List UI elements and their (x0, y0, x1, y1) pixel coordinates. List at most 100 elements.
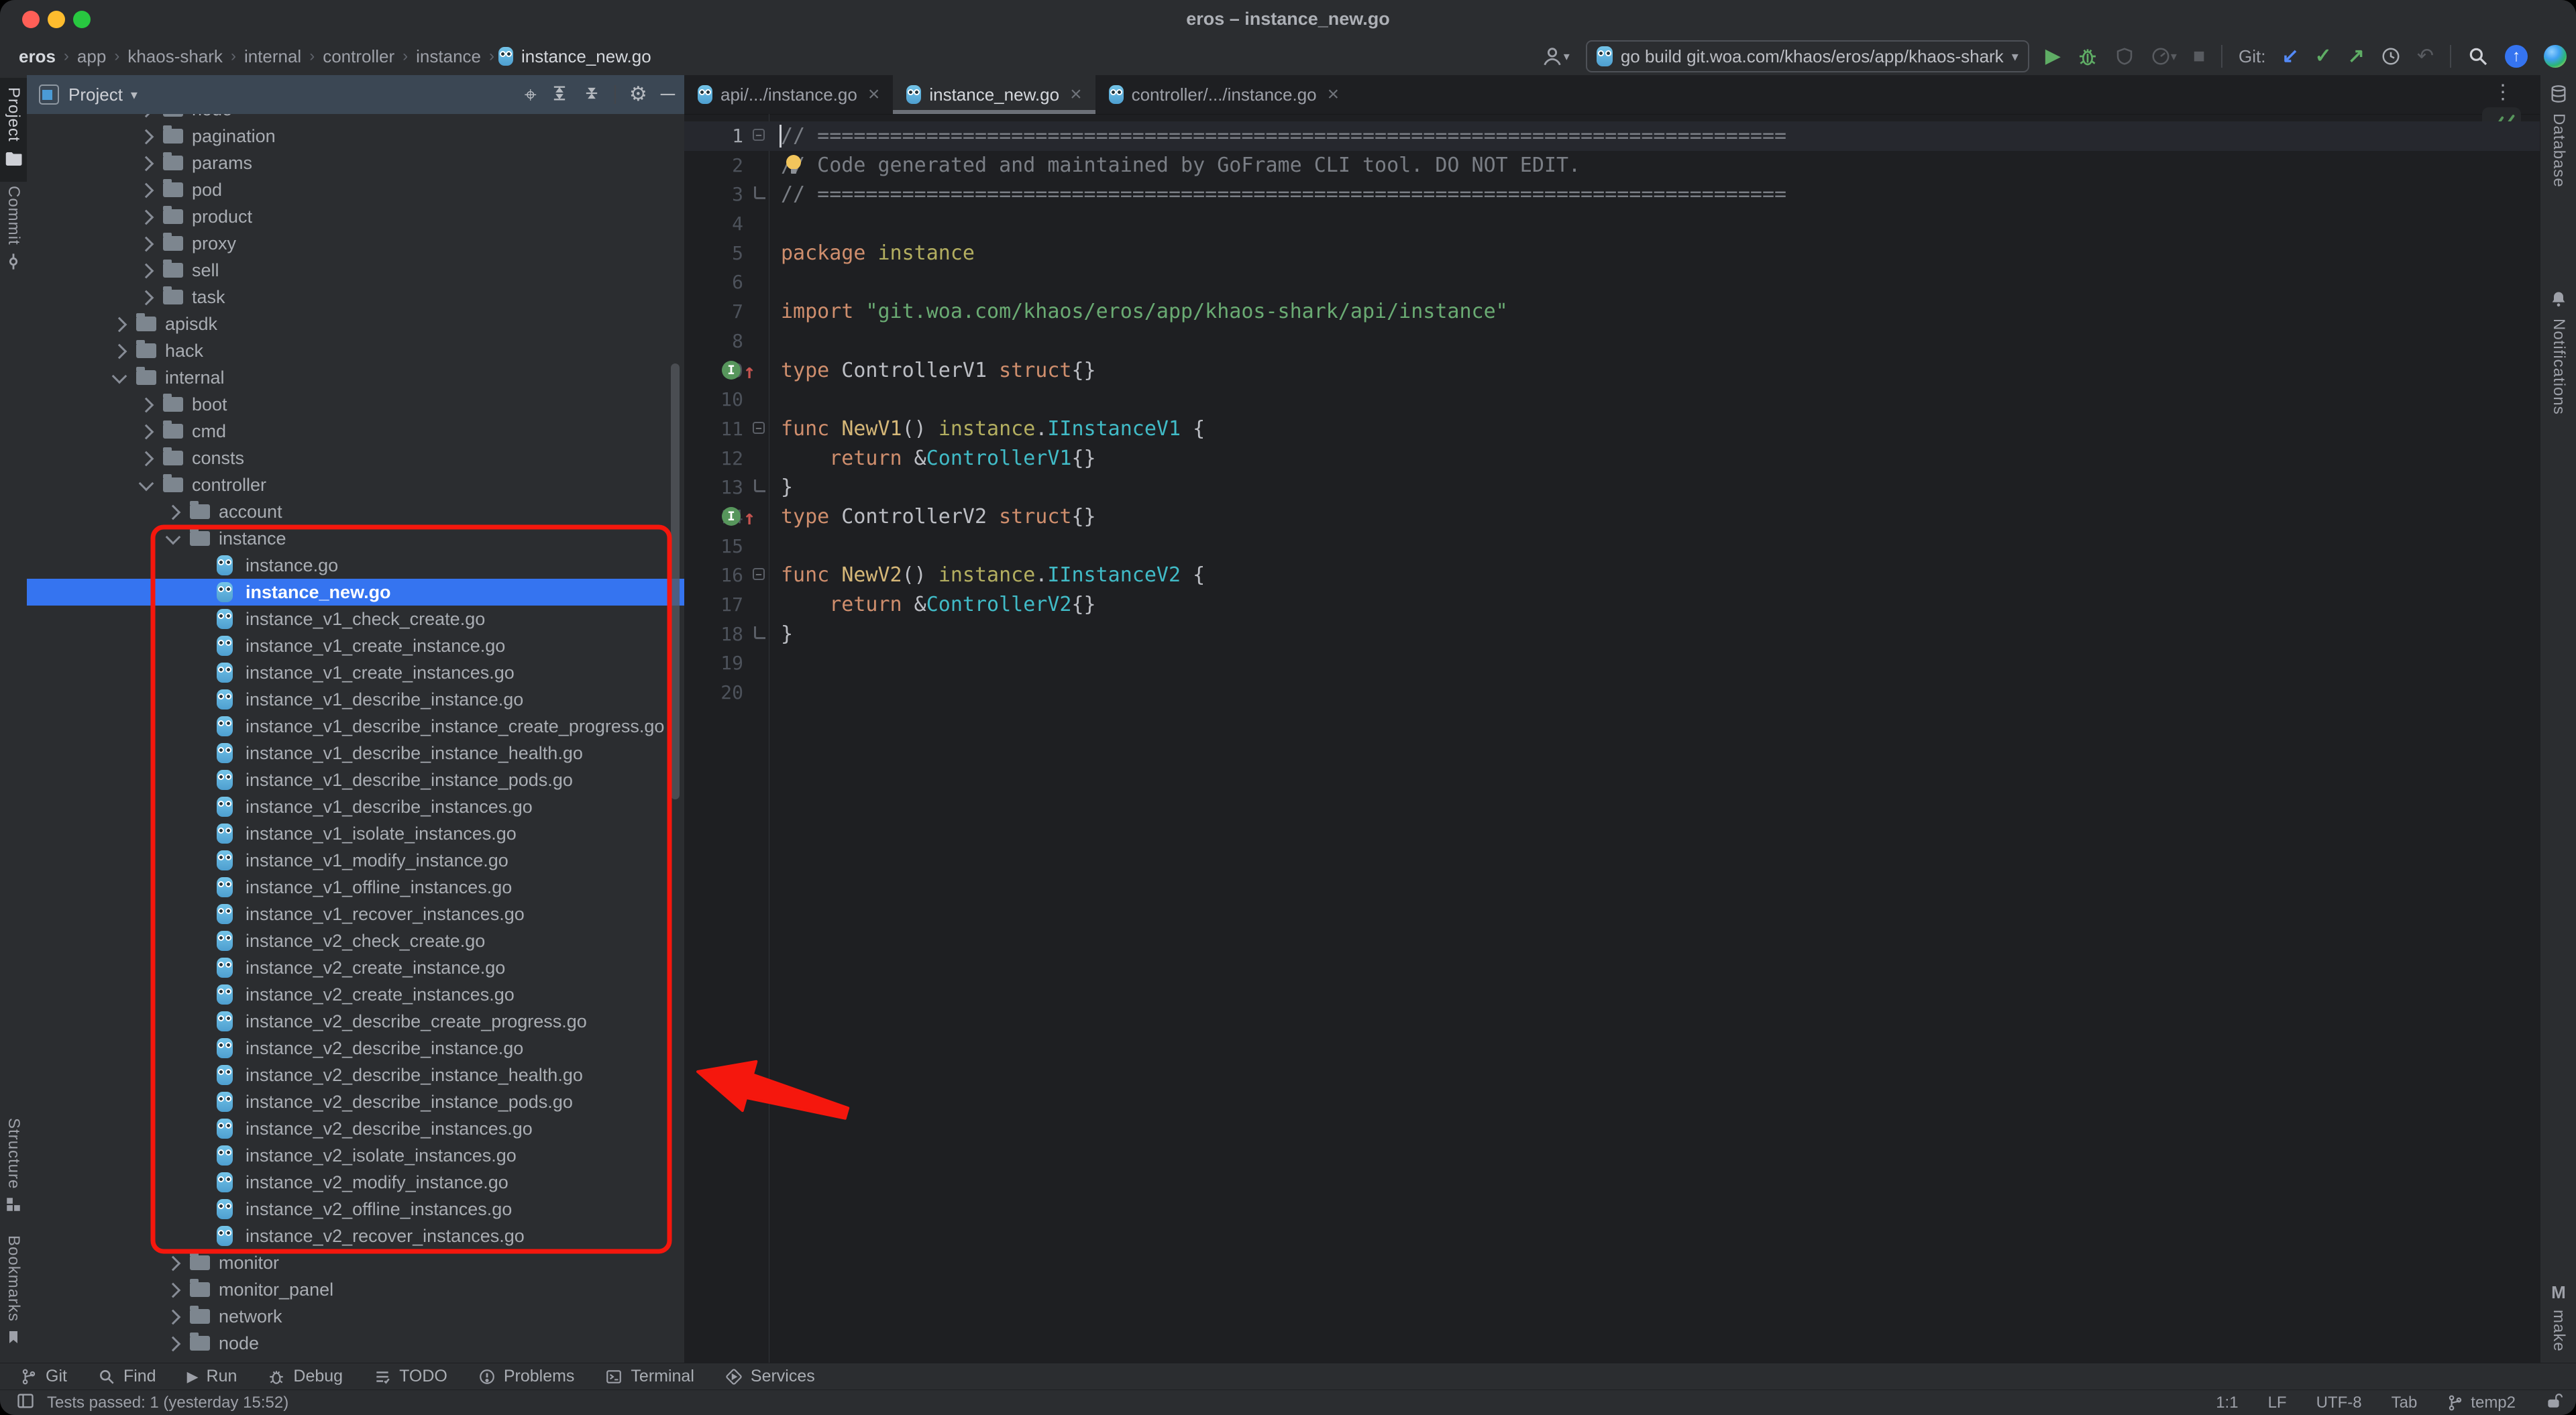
tree-folder-row[interactable]: pod (27, 176, 684, 203)
project-tree[interactable]: nodepaginationparamspodproductproxysellt… (27, 114, 684, 1363)
tree-file-row[interactable]: instance_v2_describe_instance_pods.go (27, 1088, 684, 1115)
line-number[interactable]: 4 (684, 209, 743, 239)
breadcrumb-item[interactable]: instance_new.go (517, 46, 655, 67)
tree-folder-row[interactable]: controller (27, 471, 684, 498)
line-number[interactable]: 16 (684, 561, 743, 590)
fold-end-icon[interactable] (754, 186, 765, 199)
tree-folder-row[interactable]: product (27, 203, 684, 230)
tree-folder-row[interactable]: hack (27, 337, 684, 364)
user-account-icon[interactable]: ▾ (1541, 45, 1570, 68)
tree-file-row[interactable]: instance_v2_describe_instances.go (27, 1115, 684, 1142)
tree-folder-row[interactable]: node (27, 1330, 684, 1357)
tree-file-row[interactable]: instance_v1_describe_instance_pods.go (27, 767, 684, 793)
breadcrumb-item[interactable]: controller (319, 46, 398, 67)
editor-tab[interactable]: controller/.../instance.go× (1095, 75, 1353, 114)
navigate-up-arrow-icon[interactable]: ↑ (743, 504, 755, 533)
tree-chevron-icon[interactable] (166, 505, 181, 520)
tree-folder-row[interactable]: node (27, 114, 684, 123)
run-configuration-select[interactable]: go build git.woa.com/khaos/eros/app/khao… (1586, 40, 2029, 72)
implemented-interface-icon[interactable]: I (722, 361, 741, 380)
git-rollback-icon[interactable]: ↶ (2417, 46, 2434, 66)
tree-chevron-icon[interactable] (139, 183, 154, 199)
close-icon[interactable]: × (868, 83, 880, 106)
tool-window-button-services[interactable]: Services (725, 1367, 815, 1386)
line-number[interactable]: 12 (684, 444, 743, 473)
breadcrumb-item[interactable]: instance (412, 46, 485, 67)
tree-file-row[interactable]: instance_v2_recover_instances.go (27, 1223, 684, 1249)
tree-file-row[interactable]: instance_v1_offline_instances.go (27, 874, 684, 901)
implemented-interface-icon[interactable]: I (722, 507, 741, 526)
editor-tab-active[interactable]: instance_new.go× (893, 75, 1095, 114)
tree-file-row[interactable]: instance_v1_describe_instance_health.go (27, 740, 684, 767)
tool-window-button-debug[interactable]: Debug (268, 1367, 343, 1386)
tree-folder-row[interactable]: cmd (27, 418, 684, 445)
git-push-icon[interactable]: ↗ (2348, 46, 2365, 66)
run-button[interactable]: ▶ (2045, 46, 2061, 66)
search-everywhere-icon[interactable] (2467, 46, 2489, 67)
chevron-down-icon[interactable]: ▾ (131, 87, 138, 103)
code-with-me-sphere-icon[interactable] (2544, 45, 2567, 68)
code-viewport[interactable]: 1−// ===================================… (684, 114, 2540, 1363)
tree-chevron-icon[interactable] (139, 114, 154, 117)
tree-folder-row[interactable]: instance (27, 525, 684, 552)
tree-chevron-icon[interactable] (112, 369, 127, 384)
tree-chevron-icon[interactable] (166, 1283, 181, 1298)
tree-chevron-icon[interactable] (139, 424, 154, 440)
tree-chevron-icon[interactable] (166, 1337, 181, 1352)
tree-folder-row[interactable]: consts (27, 445, 684, 471)
line-number[interactable]: 17 (684, 590, 743, 620)
tool-window-button-terminal[interactable]: Terminal (605, 1367, 694, 1386)
caret-position[interactable]: 1:1 (2216, 1394, 2238, 1412)
git-branch-widget[interactable]: temp2 (2447, 1394, 2516, 1412)
tree-file-row[interactable]: instance_v2_create_instances.go (27, 981, 684, 1008)
tree-folder-row[interactable]: account (27, 498, 684, 525)
indent-style[interactable]: Tab (2392, 1394, 2418, 1412)
line-number[interactable]: 5 (684, 239, 743, 268)
breadcrumb-item[interactable]: khaos-shark (123, 46, 227, 67)
tree-file-row[interactable]: instance_new.go (27, 579, 684, 606)
tree-file-row[interactable]: instance_v2_describe_create_progress.go (27, 1008, 684, 1035)
line-number[interactable]: 11 (684, 414, 743, 444)
tree-chevron-icon[interactable] (139, 210, 154, 225)
ide-update-badge-icon[interactable]: ↑ (2505, 45, 2528, 68)
tree-file-row[interactable]: instance_v1_describe_instance_create_pro… (27, 713, 684, 740)
tree-folder-row[interactable]: monitor (27, 1249, 684, 1276)
tool-stripe-item-structure[interactable]: Structure (0, 1118, 27, 1216)
tool-stripe-item-database[interactable]: Database (2540, 84, 2576, 188)
tree-chevron-icon[interactable] (139, 237, 154, 252)
tree-folder-row[interactable]: internal (27, 364, 684, 391)
tree-chevron-icon[interactable] (139, 398, 154, 413)
line-number[interactable]: 10 (684, 385, 743, 414)
tool-stripe-item-bookmarks[interactable]: Bookmarks (0, 1235, 27, 1349)
intention-bulb-icon[interactable] (786, 155, 801, 170)
tool-stripe-item-make[interactable]: Mmake (2540, 1282, 2576, 1352)
file-encoding[interactable]: UTF-8 (2316, 1394, 2362, 1412)
tree-chevron-icon[interactable] (139, 264, 154, 279)
tree-chevron-icon[interactable] (112, 317, 127, 333)
tree-folder-row[interactable]: network (27, 1303, 684, 1330)
layout-panel-icon[interactable] (16, 1392, 35, 1415)
tree-file-row[interactable]: instance_v1_isolate_instances.go (27, 820, 684, 847)
collapse-all-icon[interactable] (582, 84, 601, 106)
tool-stripe-item-commit[interactable]: Commit (0, 186, 27, 274)
tree-chevron-icon[interactable] (166, 530, 181, 545)
tree-chevron-icon[interactable] (139, 156, 154, 172)
expand-all-icon[interactable] (550, 84, 569, 106)
tree-folder-row[interactable]: apisdk (27, 310, 684, 337)
tree-folder-row[interactable]: proxy (27, 230, 684, 257)
unlock-icon[interactable] (2545, 1392, 2563, 1414)
tree-chevron-icon[interactable] (139, 129, 154, 145)
tool-window-button-todo[interactable]: TODO (374, 1367, 447, 1386)
line-number[interactable]: 7 (684, 297, 743, 327)
tree-file-row[interactable]: instance_v2_describe_instance.go (27, 1035, 684, 1062)
tree-scrollbar-thumb[interactable] (671, 363, 680, 799)
tree-chevron-icon[interactable] (166, 1310, 181, 1325)
tree-file-row[interactable]: instance_v2_check_create.go (27, 927, 684, 954)
tree-file-row[interactable]: instance_v1_modify_instance.go (27, 847, 684, 874)
stop-button[interactable]: ■ (2193, 46, 2205, 66)
tree-chevron-icon[interactable] (139, 451, 154, 467)
line-number[interactable]: 15 (684, 532, 743, 561)
close-icon[interactable]: × (1328, 83, 1340, 106)
fold-region-icon[interactable]: − (753, 129, 765, 141)
fold-region-icon[interactable]: − (753, 422, 765, 434)
